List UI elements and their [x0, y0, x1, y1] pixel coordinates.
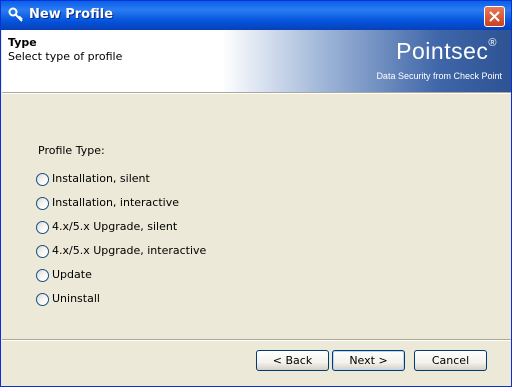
cancel-button[interactable]: Cancel [414, 350, 487, 371]
radio-label[interactable]: Uninstall [52, 292, 100, 305]
step-title: Type [8, 36, 37, 49]
close-button[interactable] [484, 6, 505, 27]
window-title: New Profile [29, 7, 114, 22]
radio-button[interactable] [36, 197, 49, 210]
new-profile-dialog: New Profile Type Select type of profile … [0, 0, 512, 387]
brand-name: Pointsec [396, 38, 489, 64]
radio-label[interactable]: 4.x/5.x Upgrade, silent [52, 220, 177, 233]
brand-logo: Pointsec® [396, 37, 497, 65]
radio-button[interactable] [36, 173, 49, 186]
wizard-header: Type Select type of profile Pointsec® Da… [2, 30, 511, 92]
header-divider [2, 92, 511, 94]
registered-mark: ® [488, 37, 497, 49]
brand-tagline: Data Security from Check Point [376, 71, 502, 81]
radio-label[interactable]: 4.x/5.x Upgrade, interactive [52, 244, 206, 257]
radio-button[interactable] [36, 245, 49, 258]
close-icon [489, 11, 500, 22]
back-button[interactable]: < Back [256, 350, 329, 371]
app-key-icon [8, 7, 24, 23]
radio-button[interactable] [36, 221, 49, 234]
profile-type-label: Profile Type: [38, 144, 105, 157]
radio-button[interactable] [36, 293, 49, 306]
radio-label[interactable]: Update [52, 268, 92, 281]
radio-label[interactable]: Installation, interactive [52, 196, 179, 209]
footer-divider [2, 339, 511, 341]
radio-button[interactable] [36, 269, 49, 282]
step-subtitle: Select type of profile [8, 50, 123, 63]
next-button[interactable]: Next > [332, 350, 405, 371]
title-bar[interactable]: New Profile [1, 1, 511, 30]
radio-label[interactable]: Installation, silent [52, 172, 150, 185]
